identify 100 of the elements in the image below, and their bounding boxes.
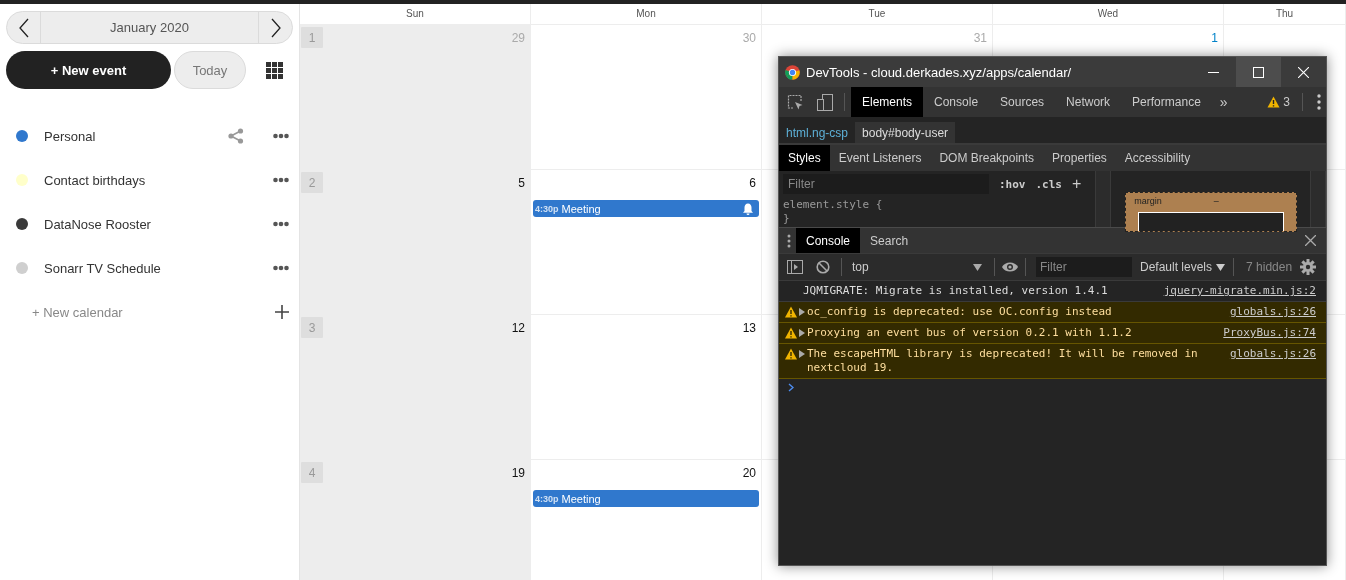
style-rule-line: } <box>783 212 791 226</box>
box-model-label: margin <box>1134 196 1162 208</box>
more-options-icon[interactable] <box>273 221 289 227</box>
hidden-count: 7 hidden <box>1246 260 1293 274</box>
message-text: Proxying an event bus of version 0.2.1 with 1.1.2 <box>807 326 1133 340</box>
maximize-button[interactable] <box>1236 57 1281 87</box>
warning-icon <box>783 327 799 339</box>
expand-triangle-icon[interactable] <box>799 329 805 337</box>
pane-tab[interactable]: Styles <box>779 145 830 171</box>
calendar-item[interactable]: Personal <box>0 114 299 158</box>
calendar-item[interactable]: Sonarr TV Schedule <box>0 246 299 290</box>
message-text: oc_config is deprecated: use OC.config instead <box>807 305 1113 319</box>
week-number: 2 <box>301 172 323 193</box>
new-rule-button[interactable]: + <box>1072 175 1082 193</box>
warning-icon <box>1267 96 1281 108</box>
device-toolbar-icon[interactable] <box>817 93 833 111</box>
eye-icon[interactable] <box>1001 261 1019 273</box>
kebab-menu-icon[interactable] <box>1317 94 1321 110</box>
caret-down-icon <box>1216 263 1226 271</box>
day-number[interactable]: 19 <box>506 460 530 481</box>
weekday-header: Mon <box>531 4 762 24</box>
expand-triangle-icon[interactable] <box>799 308 805 316</box>
sidebar-toggle-icon[interactable] <box>787 260 803 274</box>
event-title: Meeting <box>561 492 602 505</box>
warning-icon <box>783 306 799 318</box>
calendar-item[interactable]: DataNose Rooster <box>0 202 299 246</box>
event-title: Meeting <box>561 202 602 215</box>
settings-icon[interactable] <box>1300 259 1317 275</box>
console-filter-field[interactable]: Filter <box>1036 257 1132 277</box>
caret-down-icon <box>973 263 982 271</box>
week-number: 3 <box>301 317 323 338</box>
drawer-tab[interactable]: Console <box>796 228 861 253</box>
calendar-item[interactable]: Contact birthdays <box>0 158 299 202</box>
drawer-tab[interactable]: Search <box>860 228 919 253</box>
day-number[interactable]: 12 <box>506 315 530 336</box>
more-tabs-button[interactable]: » <box>1211 94 1236 110</box>
warnings-button[interactable]: 3 <box>1261 95 1296 109</box>
today-button[interactable]: Today <box>174 51 246 89</box>
event-time: 4:30p <box>535 493 559 504</box>
panel-tab[interactable]: Console <box>923 87 990 117</box>
weekday-header: Wed <box>993 4 1224 24</box>
pane-tab[interactable]: Accessibility <box>1115 145 1200 171</box>
week-number: 1 <box>301 27 323 48</box>
pane-tab[interactable]: Properties <box>1043 145 1116 171</box>
source-link[interactable]: jquery-migrate.min.js:2 <box>1163 284 1316 298</box>
day-number[interactable]: 5 <box>513 170 530 191</box>
log-levels-dropdown[interactable]: Default levels <box>1138 260 1228 274</box>
panel-tab[interactable]: Elements <box>851 87 924 117</box>
breadcrumb[interactable]: body#body-user <box>855 122 956 143</box>
panel-tab[interactable]: Sources <box>989 87 1056 117</box>
calendar-name: Personal <box>44 128 97 144</box>
box-model-value: – <box>1213 196 1219 208</box>
pane-tab[interactable]: Event Listeners <box>829 145 931 171</box>
source-link[interactable]: globals.js:26 <box>1229 347 1316 361</box>
weekday-header: Thu <box>1224 4 1346 24</box>
breadcrumb[interactable]: html.ng-csp <box>779 122 856 143</box>
grid-view-icon[interactable] <box>266 61 283 79</box>
event-bar[interactable]: 4:30p Meeting <box>533 490 759 507</box>
new-calendar-link[interactable]: + New calendar <box>32 304 275 320</box>
day-number[interactable]: 20 <box>737 460 761 481</box>
close-icon <box>1298 66 1309 78</box>
chevron-right-icon <box>269 17 282 38</box>
calendar-name: Contact birthdays <box>44 172 147 188</box>
close-icon[interactable] <box>1305 235 1316 246</box>
event-bar[interactable]: 4:30p Meeting <box>533 200 759 217</box>
day-number[interactable]: 13 <box>737 315 761 336</box>
window-title: DevTools - cloud.derkades.xyz/apps/calendar/ <box>806 64 1073 80</box>
calendar-name: DataNose Rooster <box>44 216 152 232</box>
expand-triangle-icon[interactable] <box>799 350 805 358</box>
hover-state-toggle[interactable]: :hov <box>999 177 1026 191</box>
drawer-menu-icon[interactable] <box>787 233 791 248</box>
weekday-header: Tue <box>762 4 993 24</box>
inspect-element-icon[interactable] <box>787 93 804 111</box>
style-rule-line: element.style { <box>783 198 884 212</box>
context-select[interactable]: top <box>848 256 988 278</box>
panel-tab[interactable]: Network <box>1055 87 1122 117</box>
day-number[interactable]: 6 <box>744 170 761 191</box>
panel-tab[interactable]: Performance <box>1121 87 1212 117</box>
more-options-icon[interactable] <box>273 177 289 183</box>
more-options-icon[interactable] <box>273 133 289 139</box>
new-event-button[interactable]: + New event <box>6 51 171 89</box>
source-link[interactable]: ProxyBus.js:74 <box>1223 326 1316 340</box>
day-number[interactable]: 1 <box>1206 25 1223 46</box>
warning-icon <box>783 348 799 360</box>
plus-icon[interactable] <box>275 305 289 319</box>
more-options-icon[interactable] <box>273 265 289 271</box>
filter-field[interactable]: Filter <box>783 174 989 194</box>
chevron-left-icon <box>17 17 30 38</box>
calendar-name: Sonarr TV Schedule <box>44 260 162 276</box>
clear-console-icon[interactable] <box>816 260 830 274</box>
pane-tab[interactable]: DOM Breakpoints <box>930 145 1044 171</box>
share-icon[interactable] <box>228 128 244 144</box>
event-time: 4:30p <box>535 203 559 214</box>
prompt-chevron-icon[interactable] <box>788 383 794 392</box>
maximize-icon <box>1253 66 1264 78</box>
message-text: JQMIGRATE: Migrate is installed, version 1.4.1 <box>802 284 1109 298</box>
class-toggle[interactable]: .cls <box>1035 177 1062 191</box>
week-number: 4 <box>301 462 323 483</box>
weekday-header: Sun <box>300 4 531 24</box>
source-link[interactable]: globals.js:26 <box>1229 305 1316 319</box>
